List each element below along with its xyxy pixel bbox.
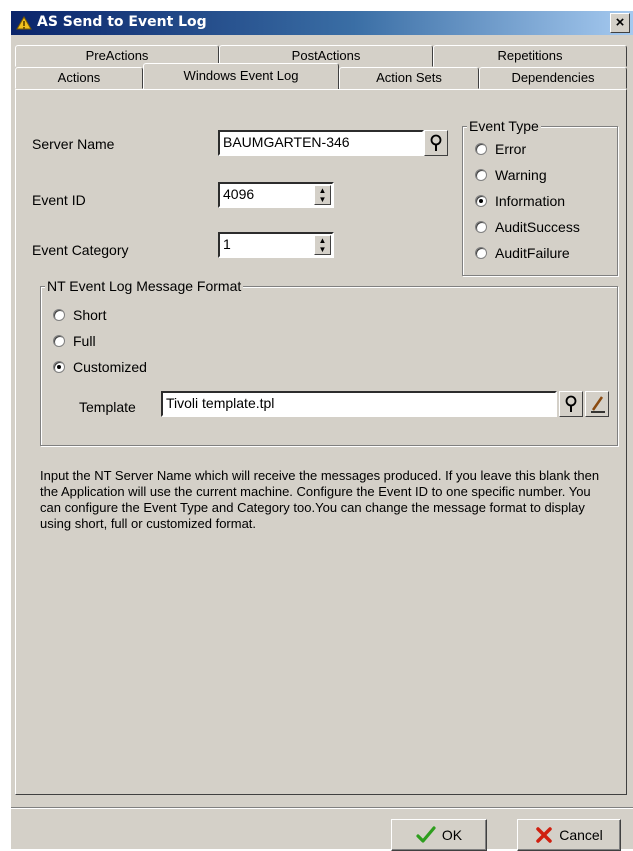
event-id-value: 4096 bbox=[223, 186, 255, 202]
radio-button[interactable] bbox=[53, 361, 65, 373]
tab-repetitions[interactable]: Repetitions bbox=[433, 45, 627, 67]
ok-label: OK bbox=[441, 827, 463, 843]
ok-button[interactable]: OK bbox=[391, 819, 487, 851]
radio-button[interactable] bbox=[475, 247, 487, 259]
browse-template-button[interactable] bbox=[559, 391, 583, 417]
event-category-value: 1 bbox=[223, 236, 231, 252]
radio-auditfailure[interactable]: AuditFailure bbox=[475, 245, 570, 261]
tab-action-sets[interactable]: Action Sets bbox=[339, 67, 479, 89]
radio-button[interactable] bbox=[475, 143, 487, 155]
template-input[interactable]: Tivoli template.tpl bbox=[161, 391, 557, 417]
window-title: AS Send to Event Log bbox=[37, 14, 207, 30]
radio-label: Customized bbox=[73, 359, 147, 375]
footer-separator bbox=[11, 807, 633, 809]
close-button[interactable]: × bbox=[610, 13, 630, 33]
event-category-spinner[interactable]: ▲ ▼ bbox=[314, 235, 331, 255]
radio-button[interactable] bbox=[475, 221, 487, 233]
tab-row-front: Actions Windows Event Log Action Sets De… bbox=[15, 63, 627, 89]
event-id-input[interactable]: 4096 ▲ ▼ bbox=[218, 182, 334, 208]
radio-label: AuditSuccess bbox=[495, 219, 580, 235]
magnifier-icon bbox=[565, 395, 577, 412]
event-category-input[interactable]: 1 ▲ ▼ bbox=[218, 232, 334, 258]
browse-server-button[interactable] bbox=[424, 130, 448, 156]
server-name-input[interactable]: BAUMGARTEN-346 bbox=[218, 130, 424, 156]
event-id-label: Event ID bbox=[32, 192, 86, 208]
radio-short[interactable]: Short bbox=[53, 307, 106, 323]
tab-panel: Server Name BAUMGARTEN-346 Event ID 4096… bbox=[15, 89, 627, 795]
radio-label: Short bbox=[73, 307, 107, 323]
tab-dependencies[interactable]: Dependencies bbox=[479, 67, 627, 89]
radio-error[interactable]: Error bbox=[475, 141, 526, 157]
event-id-spinner[interactable]: ▲ ▼ bbox=[314, 185, 331, 205]
x-icon bbox=[536, 827, 552, 843]
radio-label: Information bbox=[495, 193, 566, 209]
radio-label: AuditFailure bbox=[495, 245, 570, 261]
message-format-title: NT Event Log Message Format bbox=[45, 278, 244, 294]
template-label: Template bbox=[79, 399, 136, 415]
event-category-label: Event Category bbox=[32, 242, 129, 258]
radio-button[interactable] bbox=[475, 169, 487, 181]
radio-label: Error bbox=[495, 141, 527, 157]
cancel-label: Cancel bbox=[559, 827, 603, 843]
edit-template-button[interactable] bbox=[585, 391, 609, 417]
radio-button[interactable] bbox=[53, 335, 65, 347]
pencil-icon bbox=[591, 396, 605, 413]
event-type-group: Event Type Error Warning Information Aud… bbox=[462, 118, 618, 276]
radio-button[interactable] bbox=[53, 309, 65, 321]
server-name-label: Server Name bbox=[32, 136, 115, 152]
radio-full[interactable]: Full bbox=[53, 333, 96, 349]
cancel-button[interactable]: Cancel bbox=[517, 819, 621, 851]
radio-information[interactable]: Information bbox=[475, 193, 565, 209]
magnifier-icon bbox=[430, 134, 442, 151]
tab-actions[interactable]: Actions bbox=[15, 67, 143, 89]
radio-label: Warning bbox=[495, 167, 547, 183]
event-type-title: Event Type bbox=[467, 118, 541, 134]
radio-label: Full bbox=[73, 333, 96, 349]
radio-customized[interactable]: Customized bbox=[53, 359, 147, 375]
app-icon bbox=[16, 16, 32, 30]
dialog-window: AS Send to Event Log × PreActions PostAc… bbox=[10, 10, 633, 851]
radio-warning[interactable]: Warning bbox=[475, 167, 547, 183]
radio-button[interactable] bbox=[475, 195, 487, 207]
title-bar[interactable]: AS Send to Event Log × bbox=[11, 11, 633, 35]
checkmark-icon bbox=[416, 826, 436, 843]
message-format-group: NT Event Log Message Format Short Full C… bbox=[40, 278, 618, 446]
radio-auditsuccess[interactable]: AuditSuccess bbox=[475, 219, 580, 235]
tab-windows-event-log[interactable]: Windows Event Log bbox=[143, 63, 339, 89]
description-text: Input the NT Server Name which will rece… bbox=[40, 468, 600, 531]
